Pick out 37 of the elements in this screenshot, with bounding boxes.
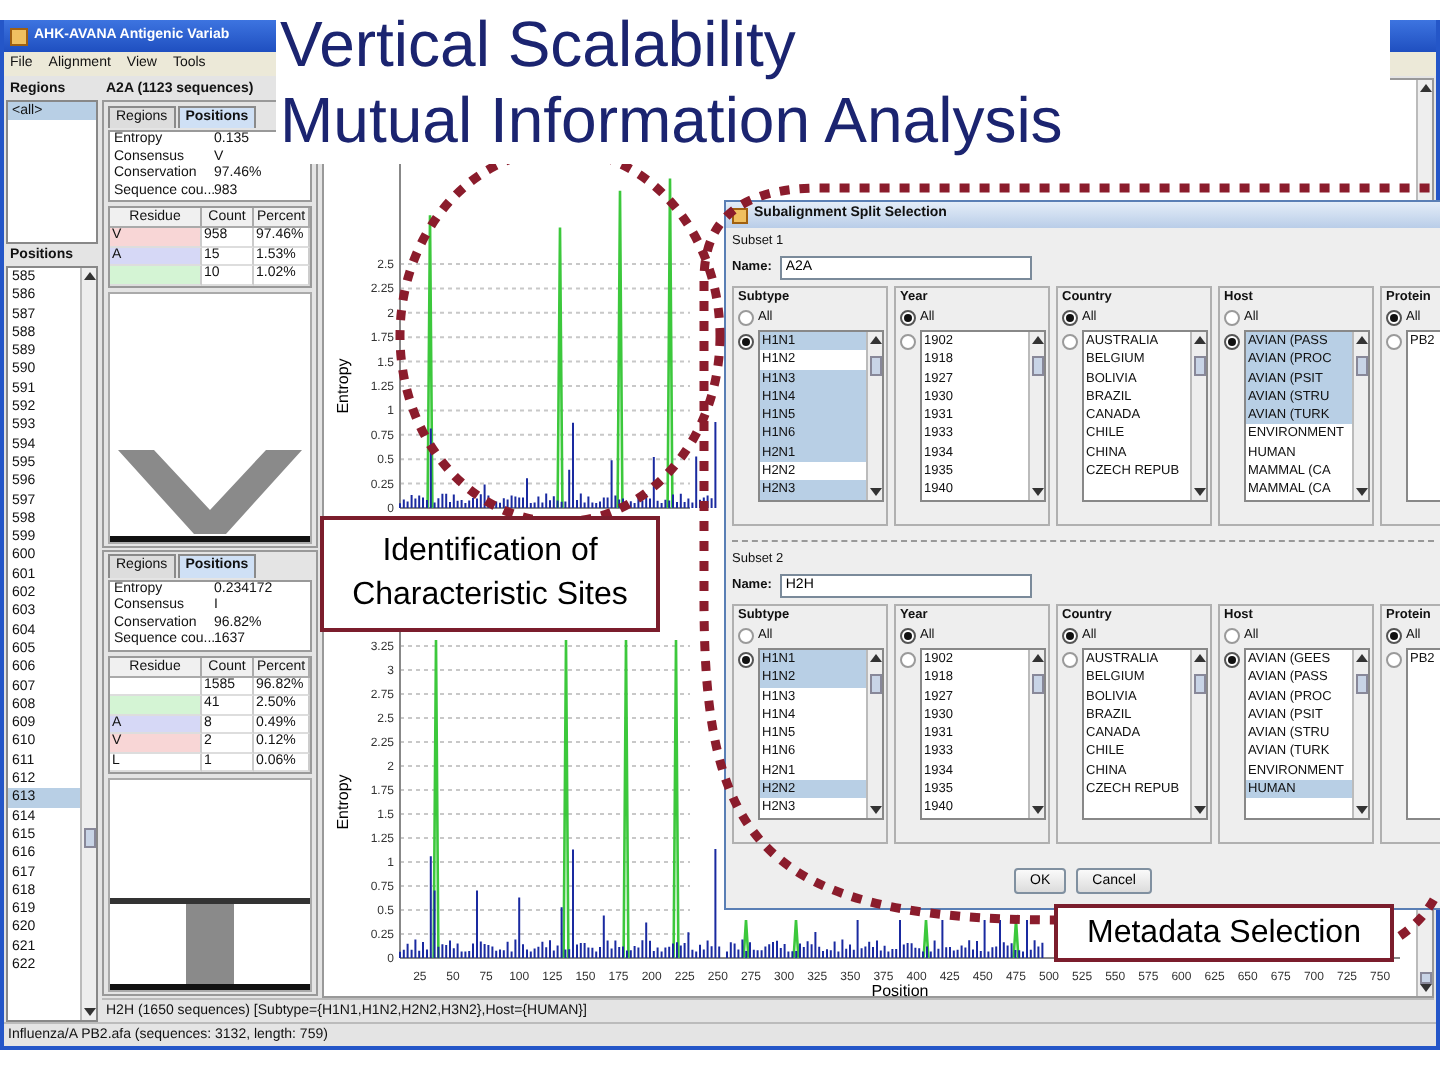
radio-button[interactable] [1224, 310, 1240, 326]
radio-button[interactable] [900, 334, 916, 350]
axis-title: Position [871, 982, 929, 1000]
axis-title: Entropy [334, 774, 352, 830]
slide-title: Mutual Information Analysis [280, 82, 1065, 158]
scrollbar[interactable] [80, 268, 96, 1020]
scrollbar[interactable] [1352, 650, 1368, 818]
scrollbar[interactable] [1190, 650, 1206, 818]
radio-button[interactable] [1224, 652, 1240, 668]
radio-button[interactable] [1224, 628, 1240, 644]
axis-title: Entropy [334, 358, 352, 414]
slide-title: Vertical Scalability [280, 6, 798, 82]
app-icon [10, 27, 28, 45]
radio-button[interactable] [900, 628, 916, 644]
radio-button[interactable] [738, 628, 754, 644]
radio-button[interactable] [1386, 334, 1402, 350]
radio-button[interactable] [1386, 628, 1402, 644]
scrollbar[interactable] [866, 332, 882, 500]
radio-button[interactable] [1062, 652, 1078, 668]
scrollbar[interactable] [1028, 332, 1044, 500]
radio-button[interactable] [738, 310, 754, 326]
radio-button[interactable] [738, 652, 754, 668]
scrollbar[interactable] [866, 650, 882, 818]
radio-button[interactable] [1062, 628, 1078, 644]
radio-button[interactable] [1224, 334, 1240, 350]
radio-button[interactable] [900, 652, 916, 668]
radio-button[interactable] [900, 310, 916, 326]
radio-button[interactable] [738, 334, 754, 350]
callout-text: Metadata Selection [1087, 913, 1361, 953]
scrollbar[interactable] [1190, 332, 1206, 500]
scrollbar[interactable] [1028, 650, 1044, 818]
radio-button[interactable] [1062, 310, 1078, 326]
scrollbar[interactable] [1352, 332, 1368, 500]
callout-text: Identification of Characteristic Sites [350, 532, 630, 616]
radio-button[interactable] [1062, 334, 1078, 350]
radio-button[interactable] [1386, 310, 1402, 326]
radio-button[interactable] [1386, 652, 1402, 668]
